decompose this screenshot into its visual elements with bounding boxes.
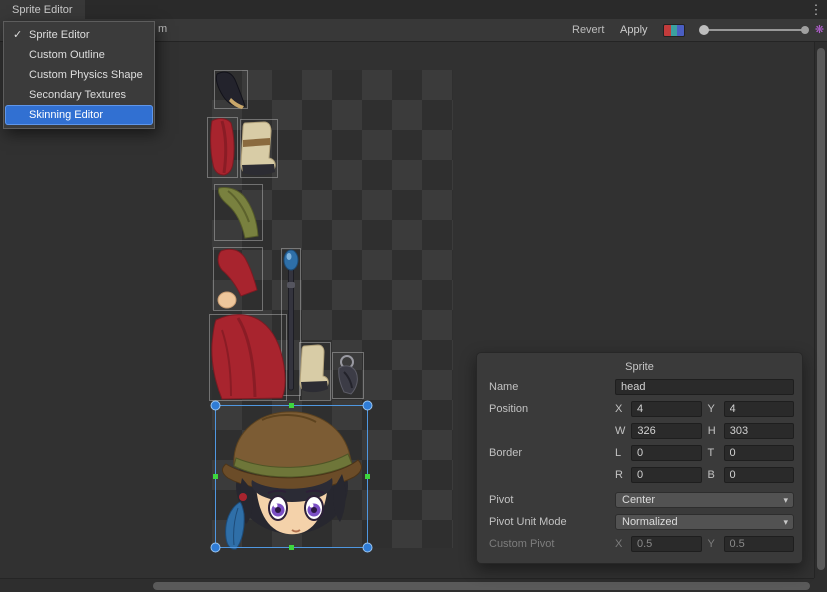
sprite-editor-window: Sprite Editor ⋮ m Revert Apply ❋	[0, 0, 827, 592]
x-label: X	[615, 403, 625, 415]
pivot-row: Pivot Center ▾	[477, 489, 802, 511]
position-label: Position	[489, 403, 615, 415]
border-l-input[interactable]	[631, 445, 702, 461]
y-label: Y	[708, 403, 718, 415]
border-b-input[interactable]	[724, 467, 795, 483]
pivot-unit-mode-dropdown[interactable]: Normalized ▾	[615, 514, 794, 530]
pivot-unit-mode-label: Pivot Unit Mode	[489, 516, 615, 528]
trim-button-partial[interactable]: m	[158, 23, 167, 35]
border-row-lt: Border L T	[477, 442, 802, 464]
pivot-label: Pivot	[489, 494, 615, 506]
border-label: Border	[489, 447, 615, 459]
custom-pivot-x-input	[631, 536, 702, 552]
tab-title: Sprite Editor	[12, 4, 73, 16]
position-y-input[interactable]	[724, 401, 795, 417]
revert-button[interactable]: Revert	[566, 19, 610, 41]
chevron-down-icon: ▾	[783, 515, 788, 530]
menu-item-custom-outline[interactable]: Custom Outline	[5, 45, 153, 65]
sprite-editor-mode-menu: ✓ Sprite Editor Custom Outline Custom Ph…	[3, 21, 155, 129]
tab-sprite-editor[interactable]: Sprite Editor	[0, 0, 85, 19]
menu-item-label: Sprite Editor	[29, 29, 90, 41]
w-label: W	[615, 425, 625, 437]
menu-item-secondary-textures[interactable]: Secondary Textures	[5, 85, 153, 105]
zoom-slider-thumb[interactable]	[699, 25, 709, 35]
menu-item-label: Skinning Editor	[29, 109, 103, 121]
menu-item-skinning-editor[interactable]: Skinning Editor	[5, 105, 153, 125]
vertical-scrollbar[interactable]	[814, 42, 827, 578]
menu-item-label: Secondary Textures	[29, 89, 126, 101]
name-row: Name	[477, 376, 802, 398]
l-label: L	[615, 447, 625, 459]
zoom-slider[interactable]	[702, 29, 808, 31]
border-r-input[interactable]	[631, 467, 702, 483]
position-row-xy: Position X Y	[477, 398, 802, 420]
position-w-input[interactable]	[631, 423, 701, 439]
h-label: H	[708, 425, 718, 437]
mip-slider-thumb[interactable]	[801, 26, 809, 34]
pivot-unit-mode-value: Normalized	[622, 516, 678, 528]
mipmap-icon: ❋	[813, 23, 826, 37]
vertical-scrollbar-thumb[interactable]	[817, 48, 825, 570]
b-label: B	[708, 469, 718, 481]
chevron-down-icon: ▾	[783, 493, 788, 508]
texture-checkerboard	[212, 70, 453, 548]
pivot-value: Center	[622, 494, 655, 506]
apply-button[interactable]: Apply	[614, 19, 654, 41]
custom-pivot-label: Custom Pivot	[489, 538, 615, 550]
border-row-rb: R B	[477, 464, 802, 486]
t-label: T	[708, 447, 718, 459]
menu-item-label: Custom Physics Shape	[29, 69, 143, 81]
tab-bar: Sprite Editor ⋮	[0, 0, 827, 19]
color-channel-icon[interactable]	[663, 24, 685, 37]
y-label: Y	[708, 538, 718, 550]
checkmark-icon: ✓	[13, 25, 22, 45]
x-label: X	[615, 538, 625, 550]
custom-pivot-row: Custom Pivot X Y	[477, 533, 802, 555]
name-label: Name	[489, 381, 615, 393]
border-t-input[interactable]	[724, 445, 795, 461]
menu-item-custom-physics-shape[interactable]: Custom Physics Shape	[5, 65, 153, 85]
position-row-wh: W H	[477, 420, 802, 442]
horizontal-scrollbar-thumb[interactable]	[153, 582, 810, 590]
scrollbar-corner	[814, 578, 827, 592]
horizontal-scrollbar[interactable]	[0, 578, 814, 592]
pivot-unit-mode-row: Pivot Unit Mode Normalized ▾	[477, 511, 802, 533]
window-kebab-menu-icon[interactable]: ⋮	[808, 0, 824, 19]
r-label: R	[615, 469, 625, 481]
menu-item-label: Custom Outline	[29, 49, 105, 61]
menu-item-sprite-editor[interactable]: ✓ Sprite Editor	[5, 25, 153, 45]
position-h-input[interactable]	[724, 423, 794, 439]
custom-pivot-y-input	[724, 536, 795, 552]
name-input[interactable]	[615, 379, 794, 395]
pivot-dropdown[interactable]: Center ▾	[615, 492, 794, 508]
panel-title: Sprite	[477, 358, 802, 376]
sprite-inspector-panel: Sprite Name Position X Y W H	[476, 352, 803, 564]
position-x-input[interactable]	[631, 401, 702, 417]
